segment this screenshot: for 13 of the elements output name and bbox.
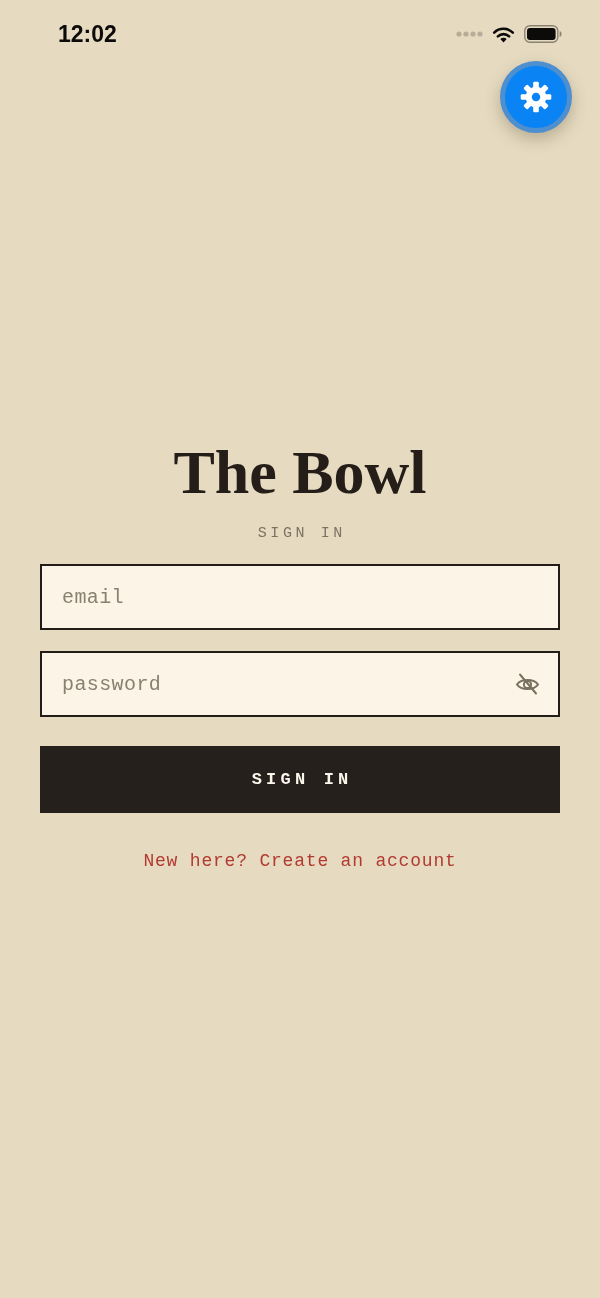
battery-icon [524,25,562,43]
email-field[interactable]: email [40,564,560,630]
app-title: The Bowl [173,437,427,507]
create-account-link[interactable]: New here? Create an account [143,849,457,873]
cellular-signal-icon [456,31,483,37]
sign-in-button[interactable]: SIGN IN [40,746,560,813]
eye-off-icon[interactable] [515,673,540,695]
password-field[interactable]: password [40,651,560,717]
sign-in-heading: SIGN IN [256,524,346,544]
settings-button[interactable] [500,61,572,133]
settings-icon [519,80,553,114]
wifi-icon [492,25,515,43]
status-time: 12:02 [58,20,117,48]
